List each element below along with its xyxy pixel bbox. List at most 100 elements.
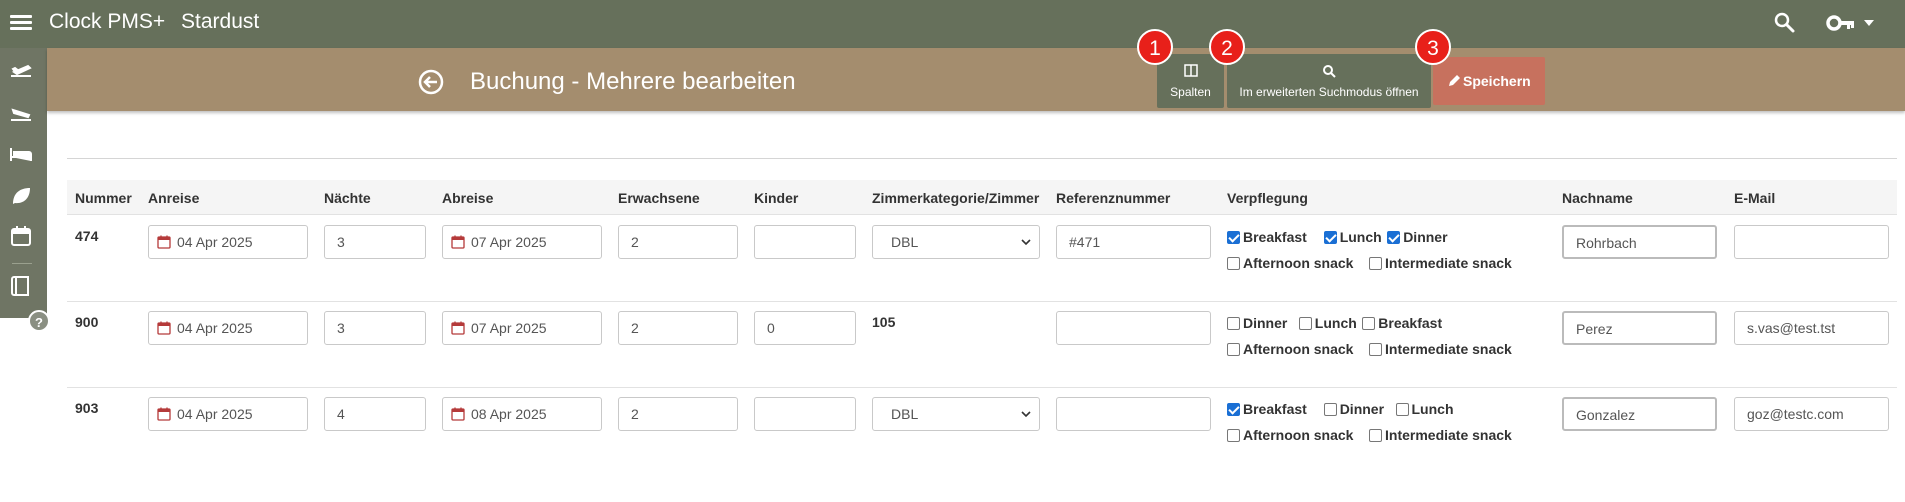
- meal-checkbox[interactable]: Breakfast: [1227, 400, 1307, 418]
- columns-label: Spalten: [1170, 85, 1211, 99]
- checkbox-icon[interactable]: [1387, 231, 1401, 244]
- key-icon[interactable]: [1826, 12, 1856, 34]
- children-field[interactable]: 0: [754, 311, 856, 345]
- header-room: Zimmerkategorie/Zimmer: [872, 190, 1040, 206]
- advanced-search-label: Im erweiterten Suchmodus öffnen: [1239, 85, 1419, 99]
- back-arrow-icon[interactable]: [417, 68, 445, 96]
- row-divider: [67, 214, 1897, 215]
- arrival-date-field[interactable]: 04 Apr 2025: [148, 397, 308, 431]
- header-meals: Verpflegung: [1227, 190, 1308, 206]
- nights-field[interactable]: 4: [324, 397, 426, 431]
- reference-field[interactable]: [1056, 397, 1211, 431]
- advanced-search-button[interactable]: Im erweiterten Suchmodus öffnen: [1227, 54, 1431, 108]
- booking-number: 903: [75, 400, 99, 416]
- leaf-icon[interactable]: [8, 183, 34, 209]
- checkbox-icon[interactable]: [1369, 429, 1382, 442]
- calendar-icon[interactable]: [8, 223, 34, 249]
- checkbox-icon[interactable]: [1369, 257, 1382, 270]
- checkbox-icon[interactable]: [1227, 231, 1240, 244]
- adults-field[interactable]: 2: [618, 225, 738, 259]
- meal-checkbox[interactable]: Intermediate snack: [1369, 340, 1512, 358]
- calendar-icon: [451, 235, 465, 249]
- checkbox-icon[interactable]: [1298, 317, 1312, 330]
- adults-field[interactable]: 2: [618, 397, 738, 431]
- checkbox-icon[interactable]: [1323, 403, 1337, 416]
- departure-date-field[interactable]: 08 Apr 2025: [442, 397, 602, 431]
- arrival-date-field[interactable]: 04 Apr 2025: [148, 225, 308, 259]
- meal-checkbox[interactable]: Afternoon snack: [1227, 254, 1353, 272]
- header-departure: Abreise: [442, 190, 494, 206]
- meal-checkbox[interactable]: Afternoon snack: [1227, 340, 1353, 358]
- save-button[interactable]: Speichern: [1433, 57, 1545, 105]
- lastname-field[interactable]: Rohrbach: [1562, 225, 1717, 259]
- nights-field[interactable]: 3: [324, 225, 426, 259]
- checkbox-icon[interactable]: [1362, 317, 1376, 330]
- calendar-icon: [451, 407, 465, 421]
- chevron-down-icon[interactable]: [1862, 16, 1876, 30]
- children-field[interactable]: [754, 397, 856, 431]
- meal-checkbox[interactable]: Breakfast: [1362, 314, 1442, 332]
- reference-field[interactable]: [1056, 311, 1211, 345]
- checkbox-icon[interactable]: [1395, 403, 1409, 416]
- arrival-date-field[interactable]: 04 Apr 2025: [148, 311, 308, 345]
- email-field[interactable]: [1734, 225, 1889, 259]
- meal-checkbox[interactable]: Afternoon snack: [1227, 426, 1353, 444]
- lastname-field[interactable]: Perez: [1562, 311, 1717, 345]
- booking-number: 474: [75, 228, 99, 244]
- page-header-bar: [47, 48, 1905, 111]
- email-field[interactable]: s.vas@test.tst: [1734, 311, 1889, 345]
- app-title: Clock PMS+: [49, 10, 166, 33]
- email-field[interactable]: goz@testc.com: [1734, 397, 1889, 431]
- room-number: 105: [872, 314, 896, 330]
- header-nights: Nächte: [324, 190, 371, 206]
- help-icon[interactable]: ?: [28, 310, 50, 332]
- chevron-down-icon: [1021, 411, 1031, 418]
- meal-checkbox[interactable]: Lunch: [1298, 314, 1357, 332]
- meal-checkbox[interactable]: Dinner: [1387, 228, 1448, 246]
- plane-arrival-icon[interactable]: [8, 100, 34, 126]
- meal-checkbox[interactable]: Breakfast: [1227, 228, 1307, 246]
- save-label: Speichern: [1463, 73, 1531, 89]
- checkbox-icon[interactable]: [1227, 343, 1240, 356]
- checkbox-icon[interactable]: [1369, 343, 1382, 356]
- checkbox-icon[interactable]: [1227, 429, 1240, 442]
- meal-checkbox[interactable]: Lunch: [1395, 400, 1454, 418]
- hotel-name: Stardust: [181, 10, 260, 33]
- sidebar-divider: [12, 263, 32, 264]
- bed-icon[interactable]: [8, 141, 34, 167]
- columns-icon: [1183, 64, 1198, 77]
- meal-checkbox[interactable]: Lunch: [1323, 228, 1382, 246]
- children-field[interactable]: [754, 225, 856, 259]
- header-children: Kinder: [754, 190, 799, 206]
- departure-date-field[interactable]: 07 Apr 2025: [442, 225, 602, 259]
- reference-field[interactable]: #471: [1056, 225, 1211, 259]
- adults-field[interactable]: 2: [618, 311, 738, 345]
- checkbox-icon[interactable]: [1227, 317, 1240, 330]
- plane-departure-icon[interactable]: [8, 58, 34, 84]
- checkbox-icon[interactable]: [1227, 257, 1240, 270]
- search-icon[interactable]: [1772, 10, 1796, 34]
- room-category-select[interactable]: DBL: [872, 397, 1040, 431]
- menu-icon[interactable]: [10, 12, 32, 32]
- nights-field[interactable]: 3: [324, 311, 426, 345]
- calendar-icon: [157, 407, 171, 421]
- meal-checkbox[interactable]: Dinner: [1227, 314, 1287, 332]
- checkbox-icon[interactable]: [1323, 231, 1337, 244]
- columns-button[interactable]: Spalten: [1157, 54, 1224, 108]
- room-category-select[interactable]: DBL: [872, 225, 1040, 259]
- annotation-badge-1: 1: [1137, 29, 1173, 65]
- meal-checkbox[interactable]: Dinner: [1323, 400, 1384, 418]
- checkbox-icon[interactable]: [1227, 403, 1240, 416]
- booking-number: 900: [75, 314, 99, 330]
- calendar-icon: [157, 321, 171, 335]
- annotation-badge-2: 2: [1209, 29, 1245, 65]
- lastname-field[interactable]: Gonzalez: [1562, 397, 1717, 431]
- header-lastname: Nachname: [1562, 190, 1633, 206]
- meal-checkbox[interactable]: Intermediate snack: [1369, 426, 1512, 444]
- meal-checkbox[interactable]: Intermediate snack: [1369, 254, 1512, 272]
- calendar-icon: [157, 235, 171, 249]
- departure-date-field[interactable]: 07 Apr 2025: [442, 311, 602, 345]
- book-icon[interactable]: [8, 273, 34, 299]
- page-title: Buchung - Mehrere bearbeiten: [470, 68, 796, 95]
- chevron-down-icon: [1021, 239, 1031, 246]
